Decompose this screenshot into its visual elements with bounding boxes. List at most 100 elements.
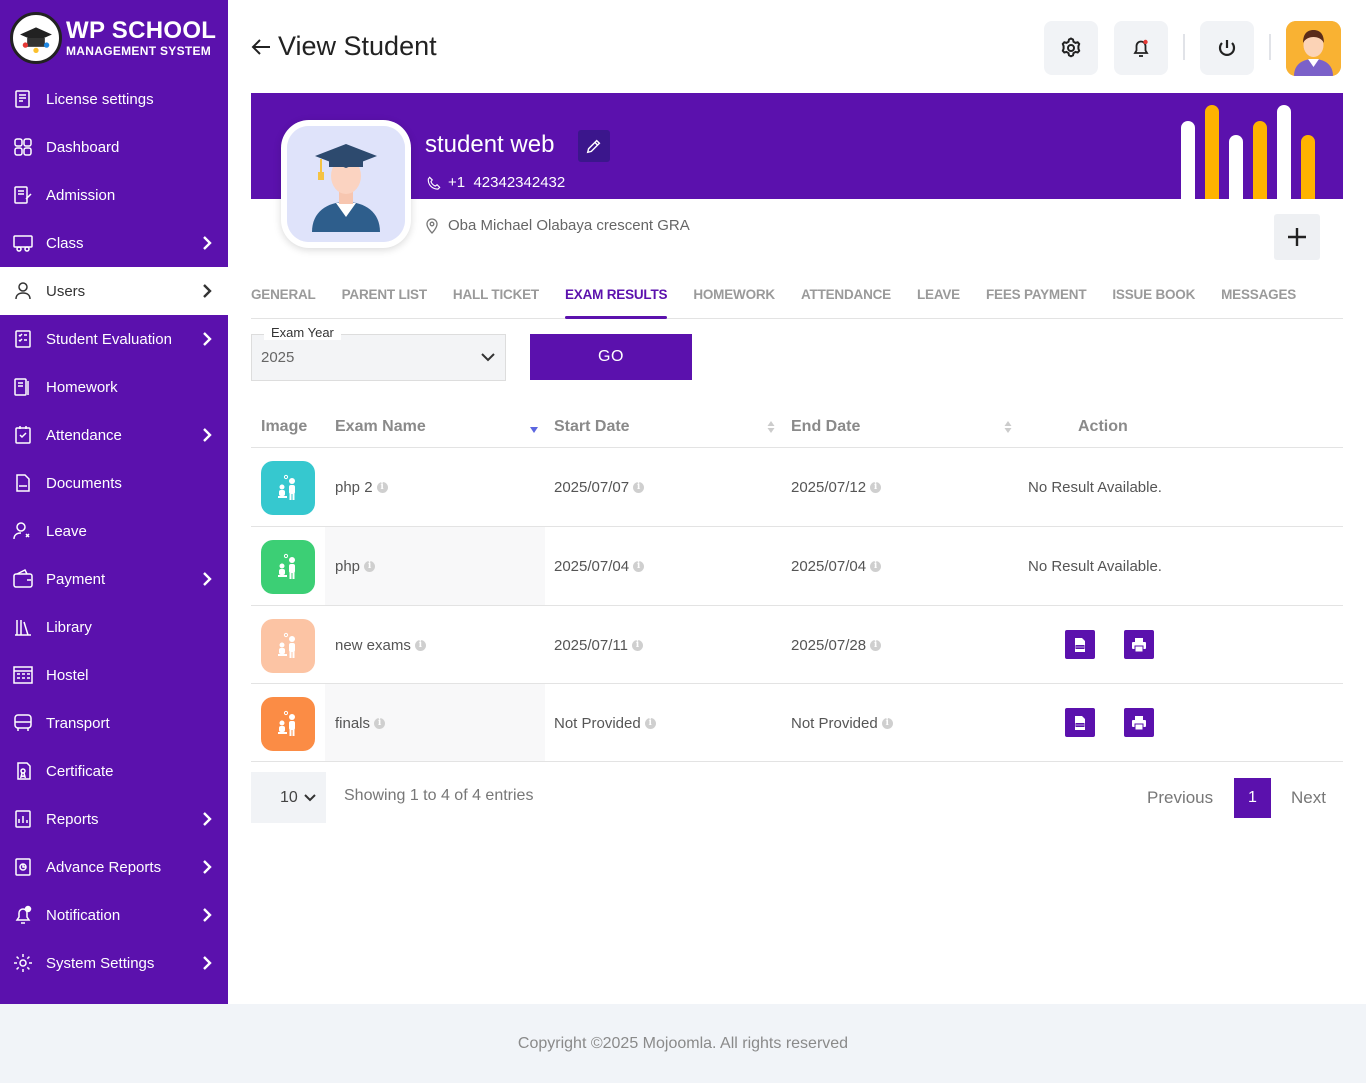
tab-exam-results[interactable]: EXAM RESULTS xyxy=(564,270,668,319)
pdf-button[interactable] xyxy=(1065,708,1095,737)
sidebar-item-homework[interactable]: Homework xyxy=(0,363,228,411)
sidebar-item-advance-reports[interactable]: Advance Reports xyxy=(0,843,228,891)
column-header-start-date[interactable]: Start Date xyxy=(554,418,630,436)
sidebar-item-leave[interactable]: Leave xyxy=(0,507,228,555)
tab-leave[interactable]: LEAVE xyxy=(917,270,960,319)
add-button[interactable] xyxy=(1274,214,1320,260)
sidebar-item-transport[interactable]: Transport xyxy=(0,699,228,747)
sidebar-item-certificate[interactable]: Certificate xyxy=(0,747,228,795)
sort-icon[interactable] xyxy=(1004,420,1012,434)
page-title: View Student xyxy=(278,31,437,61)
info-icon[interactable]: i xyxy=(881,718,893,729)
info-icon[interactable]: i xyxy=(364,561,376,572)
info-icon[interactable]: i xyxy=(633,561,645,572)
admission-icon xyxy=(12,184,34,206)
sidebar-item-label: Users xyxy=(46,282,86,300)
sort-icon[interactable] xyxy=(767,420,775,434)
sidebar-item-attendance[interactable]: Attendance xyxy=(0,411,228,459)
sidebar-item-users[interactable]: Users xyxy=(0,267,228,315)
sidebar-item-payment[interactable]: Payment xyxy=(0,555,228,603)
exam-image xyxy=(261,619,315,673)
tab-attendance[interactable]: ATTENDANCE xyxy=(801,270,891,319)
tab-fees-payment[interactable]: FEES PAYMENT xyxy=(986,270,1087,319)
edit-profile-button[interactable] xyxy=(578,130,610,162)
sidebar-item-hostel[interactable]: Hostel xyxy=(0,651,228,699)
brand-subtitle: MANAGEMENT SYSTEM xyxy=(66,43,212,58)
brand-logo[interactable]: WP SCHOOL MANAGEMENT SYSTEM xyxy=(0,0,228,75)
settings-button[interactable] xyxy=(1044,21,1098,75)
graduate-avatar-icon xyxy=(287,126,405,242)
sidebar-item-reports[interactable]: Reports xyxy=(0,795,228,843)
info-icon[interactable]: i xyxy=(633,482,645,493)
pagination-previous[interactable]: Previous xyxy=(1147,788,1213,808)
info-icon[interactable]: i xyxy=(870,640,882,651)
start-date-cell: 2025/07/04 i xyxy=(554,558,645,575)
info-icon[interactable]: i xyxy=(414,640,426,651)
sidebar-item-documents[interactable]: Documents xyxy=(0,459,228,507)
info-icon[interactable]: i xyxy=(374,718,386,729)
sidebar-item-label: System Settings xyxy=(46,954,155,972)
print-button[interactable] xyxy=(1124,708,1154,737)
table-header: Image Exam Name Start Date End Date Acti… xyxy=(251,406,1343,448)
sidebar-item-label: Library xyxy=(46,618,92,636)
sidebar-item-library[interactable]: Library xyxy=(0,603,228,651)
student-address: Oba Michael Olabaya crescent GRA xyxy=(424,217,690,234)
teacher-student-icon xyxy=(278,474,295,500)
documents-icon xyxy=(12,472,34,494)
info-icon[interactable]: i xyxy=(631,640,643,651)
sidebar-item-dashboard[interactable]: Dashboard xyxy=(0,123,228,171)
info-icon[interactable]: i xyxy=(644,718,656,729)
tab-general[interactable]: GENERAL xyxy=(251,270,316,319)
info-icon[interactable]: i xyxy=(870,482,882,493)
user-avatar[interactable] xyxy=(1286,21,1341,76)
info-icon[interactable]: i xyxy=(870,561,882,572)
teacher-student-icon xyxy=(278,632,295,658)
sidebar-item-label: Advance Reports xyxy=(46,858,162,876)
student-name: student web xyxy=(425,131,555,158)
exam-year-select[interactable]: Exam Year 2025 xyxy=(251,325,506,381)
notification-icon xyxy=(12,904,34,926)
sidebar-item-license-settings[interactable]: License settings xyxy=(0,75,228,123)
sidebar-item-class[interactable]: Class xyxy=(0,219,228,267)
sort-desc-icon[interactable] xyxy=(530,424,538,438)
logout-button[interactable] xyxy=(1200,21,1254,75)
power-icon xyxy=(1218,40,1236,56)
column-header-end-date[interactable]: End Date xyxy=(791,418,860,436)
start-date: Not Provided xyxy=(554,715,641,732)
exam-image xyxy=(261,540,315,594)
tab-messages[interactable]: MESSAGES xyxy=(1221,270,1296,319)
info-icon[interactable]: i xyxy=(376,482,388,493)
decor-bar xyxy=(1181,121,1195,199)
notifications-button[interactable] xyxy=(1114,21,1168,75)
end-date-cell: 2025/07/12 i xyxy=(791,479,882,496)
print-button[interactable] xyxy=(1124,630,1154,659)
exam-name: new exams xyxy=(335,637,411,654)
sidebar-item-label: Documents xyxy=(46,474,122,492)
brand-title: WP SCHOOL xyxy=(66,16,217,44)
sidebar-item-label: Homework xyxy=(46,378,118,396)
sidebar-item-admission[interactable]: Admission xyxy=(0,171,228,219)
tab-issue-book[interactable]: ISSUE BOOK xyxy=(1112,270,1195,319)
pdf-button[interactable] xyxy=(1065,630,1095,659)
column-header-exam-name[interactable]: Exam Name xyxy=(335,418,426,436)
end-date: 2025/07/28 xyxy=(791,637,867,654)
divider xyxy=(1183,34,1185,60)
tab-hall-ticket[interactable]: HALL TICKET xyxy=(453,270,539,319)
chevron-right-icon xyxy=(203,908,212,922)
action-cell: No Result Available. xyxy=(1028,558,1162,575)
go-button[interactable]: GO xyxy=(530,334,692,380)
tab-parent-list[interactable]: PARENT LIST xyxy=(342,270,428,319)
no-result-text: No Result Available. xyxy=(1028,558,1162,575)
pagination-page-current[interactable]: 1 xyxy=(1234,778,1271,818)
pagination-next[interactable]: Next xyxy=(1291,788,1326,808)
sidebar-item-notification[interactable]: Notification xyxy=(0,891,228,939)
tab-homework[interactable]: HOMEWORK xyxy=(693,270,775,319)
page-length-select[interactable]: 10 xyxy=(251,772,326,823)
sidebar-item-system-settings[interactable]: System Settings xyxy=(0,939,228,987)
sidebar-item-student-evaluation[interactable]: Student Evaluation xyxy=(0,315,228,363)
exam-year-label: Exam Year xyxy=(264,325,341,340)
exam-name: php xyxy=(335,558,361,575)
action-cell: No Result Available. xyxy=(1028,479,1162,496)
back-link[interactable]: View Student xyxy=(250,31,437,62)
student-phone: +1 42342342432 xyxy=(427,174,565,191)
